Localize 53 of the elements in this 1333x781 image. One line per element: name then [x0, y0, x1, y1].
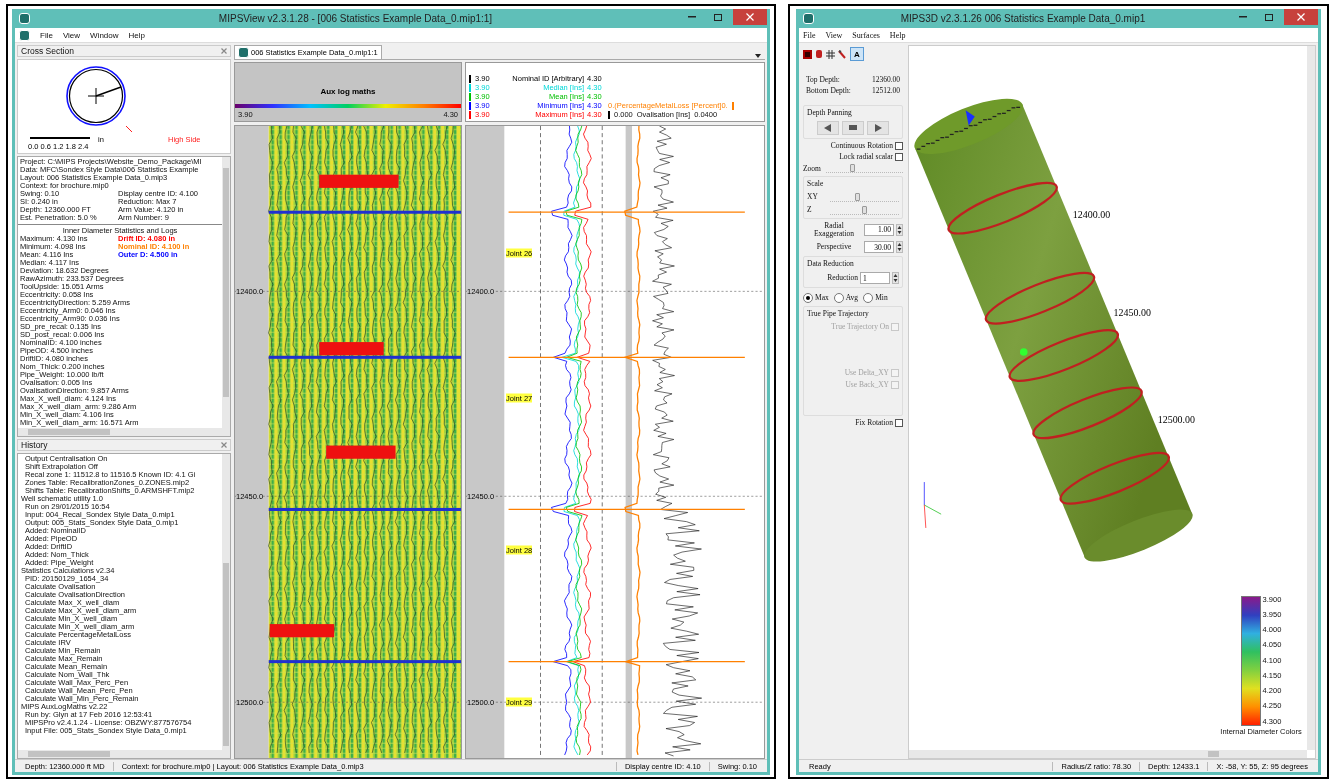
menu-item[interactable]: View	[825, 30, 843, 40]
track-title: Aux log maths	[319, 87, 377, 96]
checkbox[interactable]	[895, 153, 903, 162]
pan-forward-button[interactable]	[867, 120, 889, 135]
cylinder-icon[interactable]	[815, 49, 823, 59]
pan-back-button[interactable]	[817, 120, 839, 135]
slider-thumb[interactable]	[854, 192, 860, 201]
menu-item[interactable]: File	[40, 30, 53, 40]
spinner-icon[interactable]	[892, 272, 899, 285]
menu-item[interactable]: Window	[90, 30, 119, 40]
stop-icon	[849, 125, 857, 131]
close-button[interactable]	[733, 9, 767, 25]
radio-button[interactable]	[863, 293, 874, 304]
window-title: MIPSView v2.3.1.28 - [006 Statistics Example Data_0.mip1:1]	[217, 13, 494, 24]
close-icon[interactable]	[221, 48, 227, 54]
cross-section-drawing	[64, 64, 134, 134]
app-icon	[19, 13, 30, 24]
window-title: MIPS3D v2.3.1.26 006 Statistics Example Data_0.mip1	[899, 13, 1147, 24]
depth-label: 12400.00	[1072, 208, 1111, 220]
brush-icon[interactable]	[838, 49, 847, 59]
grid-icon[interactable]	[826, 49, 835, 59]
slider-thumb[interactable]	[849, 164, 855, 173]
maximize-icon[interactable]	[1265, 13, 1273, 21]
menu-item[interactable]: Help	[889, 30, 906, 40]
minimize-icon[interactable]	[688, 16, 696, 18]
depth-label: 12500.00	[1157, 413, 1195, 425]
axes-icon	[923, 481, 942, 529]
slider-thumb[interactable]	[861, 205, 867, 214]
close-icon[interactable]	[221, 442, 227, 448]
scale-bar-icon	[30, 137, 90, 140]
right-arrow-icon	[874, 123, 882, 132]
radio-button[interactable]	[803, 293, 813, 304]
checkbox[interactable]	[895, 141, 903, 150]
checkbox[interactable]	[895, 419, 903, 428]
menu-item[interactable]: View	[62, 30, 81, 40]
dropdown-icon[interactable]	[754, 53, 762, 59]
spinner-icon[interactable]	[896, 241, 903, 253]
text-toggle-button[interactable]: A	[850, 47, 864, 61]
minimize-icon[interactable]	[1239, 16, 1247, 18]
menu-item[interactable]: File	[803, 30, 816, 40]
stop-icon[interactable]	[803, 49, 812, 59]
app-icon	[803, 13, 814, 24]
spinner-icon[interactable]	[896, 223, 903, 236]
menu-item[interactable]: Surfaces	[852, 30, 880, 40]
depth-label: 12450.00	[1113, 307, 1151, 319]
panel-title: History	[21, 440, 48, 450]
menu-item[interactable]: Help	[128, 30, 145, 40]
panel-title: Cross Section	[21, 46, 74, 56]
pan-stop-button[interactable]	[842, 120, 864, 135]
maximize-icon[interactable]	[714, 13, 722, 21]
left-arrow-icon	[824, 123, 832, 132]
close-button[interactable]	[1284, 9, 1318, 25]
radio-button[interactable]	[833, 293, 844, 304]
